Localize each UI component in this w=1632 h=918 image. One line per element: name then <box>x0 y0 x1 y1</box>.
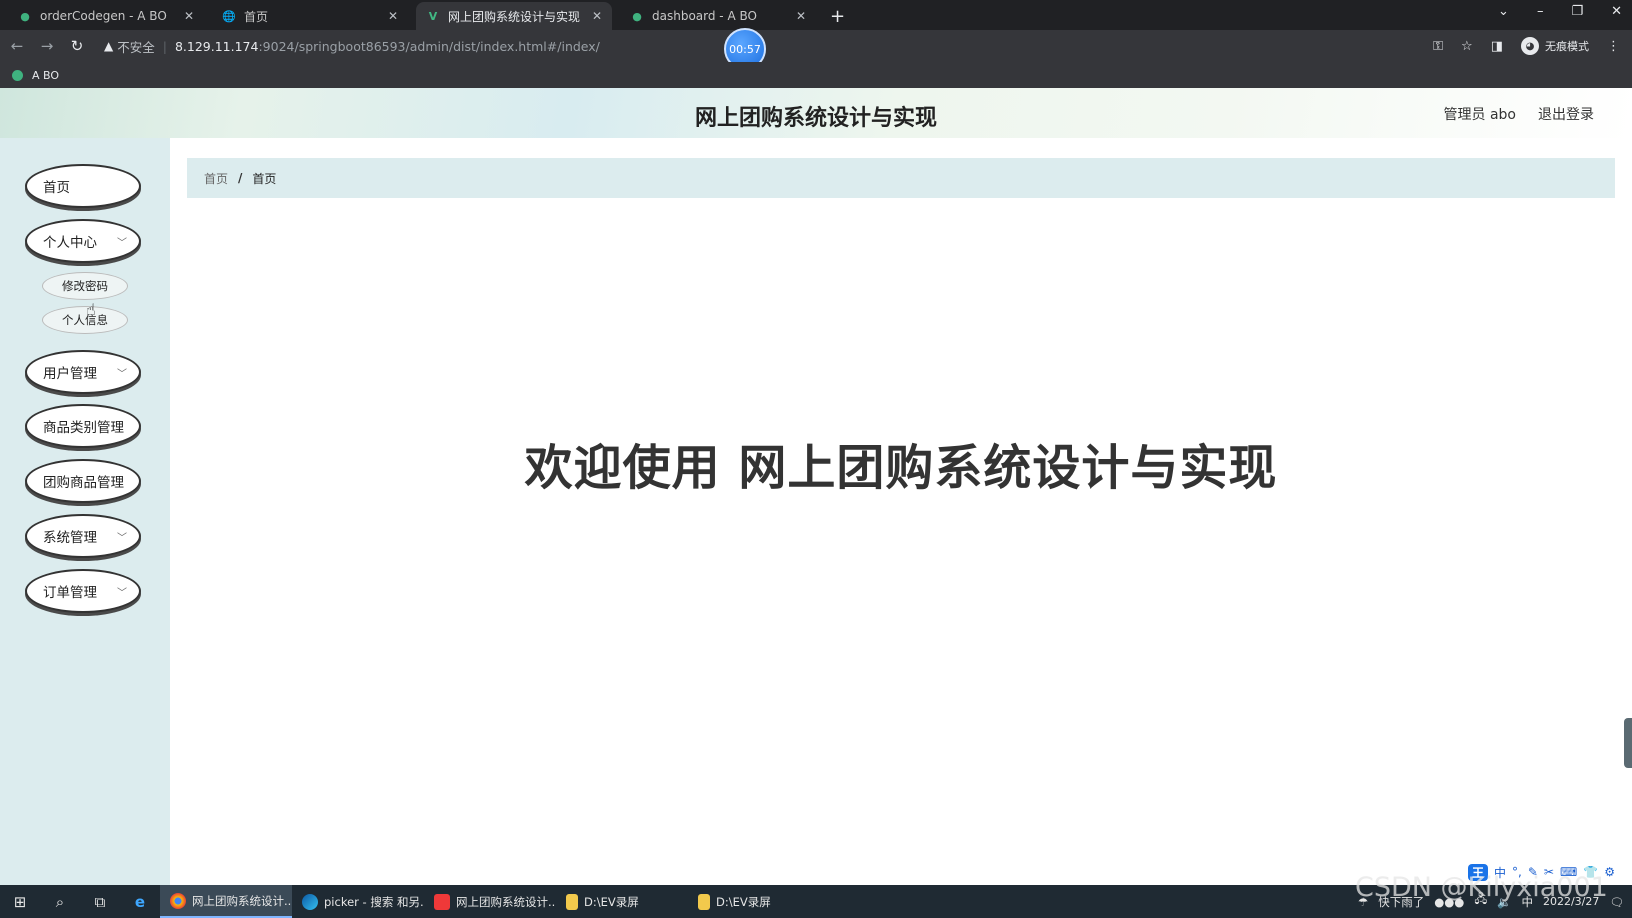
sidebar-item-label: 订单管理 <box>43 585 97 601</box>
breadcrumb-current: 首页 <box>252 171 277 186</box>
browser-tab-1[interactable]: ● orderCodegen - A BO ✕ <box>8 2 204 30</box>
side-panel-icon[interactable]: ◨ <box>1491 39 1503 54</box>
insecure-label: 不安全 <box>117 39 155 55</box>
search-icon[interactable]: ⌕ <box>40 893 80 911</box>
sidebar-item-user-management[interactable]: 用户管理 ﹀ <box>25 350 141 394</box>
hand-cursor-icon: ☝ <box>86 300 96 319</box>
sidebar-subitem-personal-info[interactable]: 个人信息 <box>42 306 128 334</box>
browser-tab-bar: ● orderCodegen - A BO ✕ 🌐 首页 ✕ V 网上团购系统设… <box>0 0 1632 30</box>
taskbar-app-folder-1[interactable]: D:\EV录屏 <box>556 885 688 918</box>
breadcrumb-separator: / <box>238 171 243 185</box>
back-icon[interactable]: ← <box>4 37 30 55</box>
taskbar-app-label: D:\EV录屏 <box>584 894 639 909</box>
bookmarks-bar: A BO <box>0 62 1632 88</box>
windows-start-icon[interactable]: ⊞ <box>0 893 40 911</box>
tab-search-icon[interactable]: ⌄ <box>1498 4 1509 19</box>
welcome-heading: 欢迎使用 网上团购系统设计与实现 <box>524 440 1278 496</box>
breadcrumb: 首页 / 首页 <box>187 158 1615 198</box>
toolbar-actions: ⚿ ☆ ◨ ◕ 无痕模式 ⋮ <box>1433 30 1620 62</box>
taskbar-app-folder-2[interactable]: D:\EV录屏 <box>688 885 820 918</box>
sidebar-item-label: 首页 <box>43 180 70 196</box>
sidebar: 首页 个人中心 ﹀ 修改密码 个人信息 用户管理 ﹀ 商品类别管理 团购商品管理… <box>0 138 170 885</box>
incognito-icon: ◕ <box>1521 37 1539 55</box>
ie-browser-icon[interactable]: e <box>120 893 160 911</box>
bookmark-item[interactable]: A BO <box>32 69 59 82</box>
folder-icon <box>698 893 710 910</box>
taskbar-app-edge[interactable]: picker - 搜索 和另... <box>292 885 424 918</box>
sidebar-item-home[interactable]: 首页 <box>25 164 141 208</box>
chevron-down-icon: ﹀ <box>117 588 127 599</box>
key-icon[interactable]: ⚿ <box>1433 39 1443 54</box>
sidebar-item-label: 系统管理 <box>43 530 97 546</box>
taskbar-app-label: picker - 搜索 和另... <box>324 894 424 909</box>
tab-label: 网上团购系统设计与实现 <box>448 9 581 24</box>
tab-close-icon[interactable]: ✕ <box>184 9 194 23</box>
url-host: 8.129.11.174 <box>174 38 259 54</box>
edge-icon <box>302 893 318 910</box>
globe-icon: 🌐 <box>222 9 236 23</box>
sidebar-item-group-goods-management[interactable]: 团购商品管理 <box>25 459 141 503</box>
taskbar-app-vivaldi[interactable]: 网上团购系统设计... <box>424 885 556 918</box>
csdn-watermark: CSDN @Kilyxia001 <box>1355 872 1608 903</box>
sidebar-item-order-management[interactable]: 订单管理 ﹀ <box>25 569 141 613</box>
reload-icon[interactable]: ↻ <box>64 37 90 55</box>
sidebar-item-category-management[interactable]: 商品类别管理 <box>25 404 141 448</box>
tab-label: 首页 <box>244 9 269 24</box>
sidebar-item-label: 个人中心 <box>43 235 97 251</box>
admin-user-label: 管理员 abo <box>1443 107 1516 123</box>
sidebar-subitem-change-password[interactable]: 修改密码 <box>42 272 128 300</box>
url-field[interactable]: ▲ 不安全 | 8.129.11.174 :9024/springboot865… <box>104 37 600 56</box>
app-title: 网上团购系统设计与实现 <box>694 106 937 131</box>
chevron-down-icon: ﹀ <box>117 533 127 544</box>
sidebar-item-personal-center[interactable]: 个人中心 ﹀ <box>25 219 141 263</box>
logout-button[interactable]: 退出登录 <box>1538 104 1594 124</box>
task-view-icon[interactable]: ⧉ <box>80 893 120 911</box>
close-window-icon[interactable]: ✕ <box>1611 4 1622 19</box>
new-tab-button[interactable]: + <box>830 2 845 30</box>
more-menu-icon[interactable]: ⋮ <box>1607 39 1620 54</box>
tab-label: orderCodegen - A BO <box>40 9 167 23</box>
site-favicon-icon: ● <box>20 9 30 23</box>
star-icon[interactable]: ☆ <box>1461 39 1473 54</box>
tab-close-icon[interactable]: ✕ <box>592 9 602 23</box>
tab-label: dashboard - A BO <box>652 9 757 23</box>
window-controls: ⌄ – ❐ ✕ <box>1498 4 1622 19</box>
bookmark-favicon-icon <box>12 69 23 81</box>
taskbar-app-label: 网上团购系统设计... <box>192 893 292 908</box>
browser-tab-2[interactable]: 🌐 首页 ✕ <box>212 2 408 30</box>
taskbar-app-label: D:\EV录屏 <box>716 894 771 909</box>
folder-icon <box>566 893 578 910</box>
chrome-icon <box>170 892 186 909</box>
browser-tab-3[interactable]: V 网上团购系统设计与实现 ✕ <box>416 2 612 30</box>
sidebar-item-label: 用户管理 <box>43 366 97 382</box>
tab-close-icon[interactable]: ✕ <box>796 9 806 23</box>
address-bar: ← → ↻ ▲ 不安全 | 8.129.11.174 :9024/springb… <box>0 30 1632 62</box>
side-drawer-handle[interactable] <box>1624 718 1632 768</box>
vue-logo-icon: V <box>428 9 438 23</box>
chevron-down-icon: ﹀ <box>117 369 127 380</box>
browser-tab-4[interactable]: ● dashboard - A BO ✕ <box>620 2 816 30</box>
taskbar-app-chrome[interactable]: 网上团购系统设计... <box>160 885 292 918</box>
minimize-icon[interactable]: – <box>1537 4 1544 19</box>
taskbar-app-label: 网上团购系统设计... <box>456 894 556 909</box>
forward-icon[interactable]: → <box>34 37 60 55</box>
tab-close-icon[interactable]: ✕ <box>388 9 398 23</box>
sidebar-item-system-management[interactable]: 系统管理 ﹀ <box>25 514 141 558</box>
warning-icon: ▲ <box>104 39 114 53</box>
sidebar-item-label: 团购商品管理 <box>43 475 124 491</box>
vivaldi-icon <box>434 893 450 910</box>
site-favicon-icon: ● <box>632 9 642 23</box>
breadcrumb-home-link[interactable]: 首页 <box>204 170 228 187</box>
app-header: 网上团购系统设计与实现 管理员 abo 退出登录 <box>0 88 1632 138</box>
url-path: :9024/springboot86593/admin/dist/index.h… <box>258 38 600 54</box>
sidebar-item-label: 商品类别管理 <box>43 420 124 436</box>
incognito-label: 无痕模式 <box>1545 40 1589 53</box>
notification-icon[interactable]: 🗨 <box>1609 895 1624 909</box>
user-area: 管理员 abo 退出登录 <box>1444 104 1594 124</box>
incognito-indicator[interactable]: ◕ 无痕模式 <box>1521 37 1589 55</box>
url-divider: | <box>162 38 167 54</box>
chevron-down-icon: ﹀ <box>117 238 127 249</box>
restore-icon[interactable]: ❐ <box>1571 4 1583 19</box>
